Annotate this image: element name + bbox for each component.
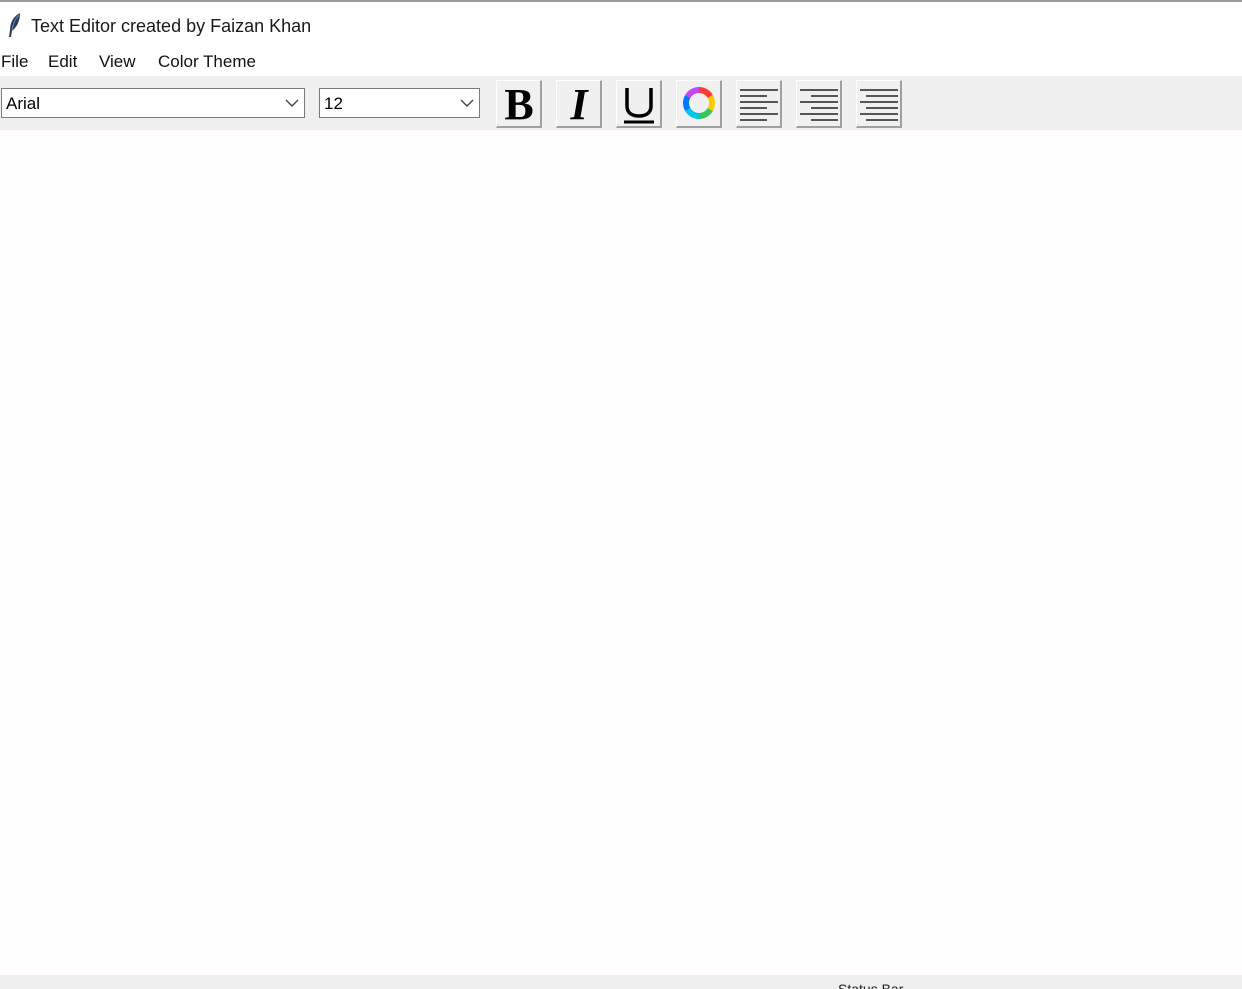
menu-view[interactable]: View (99, 51, 136, 73)
align-center-button[interactable] (796, 80, 842, 128)
toolbar: Arial 12 B I (0, 76, 1242, 130)
title-bar: Text Editor created by Faizan Khan (0, 2, 1242, 46)
italic-button[interactable]: I (556, 80, 602, 128)
underline-button[interactable] (616, 80, 662, 128)
menu-file[interactable]: File (1, 51, 28, 73)
text-editor-window: Text Editor created by Faizan Khan File … (0, 0, 1242, 989)
status-bar: Status Bar (0, 975, 1242, 989)
svg-text:I: I (569, 81, 589, 127)
window-title: Text Editor created by Faizan Khan (31, 16, 312, 36)
font-family-combobox[interactable]: Arial (1, 88, 305, 118)
svg-text:B: B (504, 81, 533, 127)
menu-bar: File Edit View Color Theme (0, 46, 1242, 76)
feather-icon (4, 12, 24, 38)
font-color-button[interactable] (676, 80, 722, 128)
status-bar-label: Status Bar (838, 981, 904, 989)
font-size-combobox[interactable]: 12 (319, 88, 480, 118)
menu-color-theme[interactable]: Color Theme (158, 51, 256, 73)
menu-edit[interactable]: Edit (48, 51, 77, 73)
chevron-down-icon[interactable] (284, 95, 300, 111)
align-left-button[interactable] (736, 80, 782, 128)
align-right-button[interactable] (856, 80, 902, 128)
text-area[interactable] (0, 130, 1242, 975)
font-size-value: 12 (324, 94, 343, 113)
bold-button[interactable]: B (496, 80, 542, 128)
chevron-down-icon[interactable] (459, 95, 475, 111)
font-family-value: Arial (6, 94, 41, 113)
